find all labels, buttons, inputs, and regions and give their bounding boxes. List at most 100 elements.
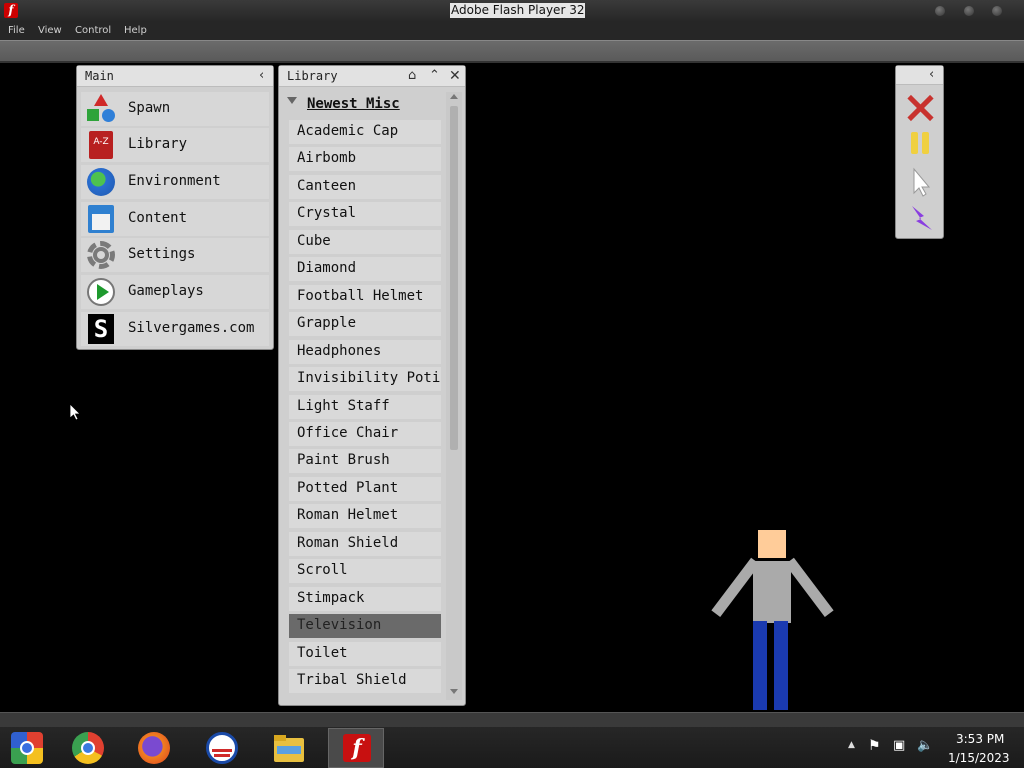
ragdoll-character[interactable] bbox=[705, 528, 840, 710]
ragdoll-head[interactable] bbox=[758, 530, 786, 558]
library-item-label: Crystal bbox=[297, 205, 357, 222]
flash-player-taskbar-button[interactable]: f bbox=[328, 728, 384, 768]
shapes-icon bbox=[86, 94, 116, 124]
library-item[interactable]: Football Helmet bbox=[289, 284, 441, 309]
ragdoll-left-leg[interactable] bbox=[753, 621, 767, 710]
library-item-label: Invisibility Potion bbox=[297, 370, 441, 387]
volume-icon[interactable]: 🔈 bbox=[917, 738, 933, 753]
ragdoll-torso[interactable] bbox=[753, 561, 791, 623]
player-toolbar bbox=[0, 40, 1024, 63]
silvergames-logo-icon: S bbox=[86, 314, 116, 344]
library-item[interactable]: Invisibility Potion bbox=[289, 367, 441, 392]
home-icon[interactable]: ⌂ bbox=[408, 69, 416, 83]
library-scrollbar[interactable] bbox=[446, 92, 462, 700]
menu-item-library[interactable]: A-Z Library bbox=[81, 128, 269, 162]
menu-item-spawn[interactable]: Spawn bbox=[81, 92, 269, 126]
library-item[interactable]: Headphones bbox=[289, 339, 441, 364]
library-item[interactable]: Stimpack bbox=[289, 586, 441, 611]
menu-item-label: Library bbox=[128, 136, 188, 152]
library-item-label: Toilet bbox=[297, 644, 348, 661]
menu-item-silvergames[interactable]: S Silvergames.com bbox=[81, 312, 269, 346]
menu-item-label: Spawn bbox=[128, 100, 171, 116]
library-item[interactable]: Airbomb bbox=[289, 147, 441, 172]
menu-control[interactable]: Control bbox=[75, 25, 111, 36]
library-item-label: Potted Plant bbox=[297, 479, 399, 496]
menu-item-settings[interactable]: Settings bbox=[81, 238, 269, 272]
expand-triangle-icon[interactable] bbox=[287, 97, 297, 104]
file-explorer-icon[interactable] bbox=[273, 732, 305, 764]
close-window-button[interactable] bbox=[992, 6, 1002, 16]
library-item-label: Stimpack bbox=[297, 589, 365, 606]
title-bar: f Adobe Flash Player 32 bbox=[0, 0, 1024, 23]
book-icon: A-Z bbox=[86, 130, 116, 160]
menu-item-label: Gameplays bbox=[128, 283, 204, 299]
library-item[interactable]: Tribal Shield bbox=[289, 669, 441, 693]
obama-logo-icon[interactable] bbox=[206, 732, 238, 764]
chrome-icon[interactable] bbox=[72, 732, 104, 764]
library-item[interactable]: Paint Brush bbox=[289, 449, 441, 474]
menu-help[interactable]: Help bbox=[124, 25, 147, 36]
network-icon[interactable]: ▣ bbox=[893, 738, 905, 753]
ragdoll-right-arm[interactable] bbox=[785, 557, 834, 618]
library-item-label: Cube bbox=[297, 232, 331, 249]
library-item-label: Academic Cap bbox=[297, 123, 399, 139]
library-item-label: Paint Brush bbox=[297, 452, 390, 469]
ragdoll-right-leg[interactable] bbox=[774, 621, 788, 710]
library-item[interactable]: Cube bbox=[289, 229, 441, 254]
window-title: Adobe Flash Player 32 bbox=[450, 3, 586, 18]
delete-tool-icon[interactable] bbox=[904, 92, 936, 124]
scroll-down-icon[interactable] bbox=[450, 689, 458, 694]
library-item[interactable]: Roman Helmet bbox=[289, 504, 441, 529]
collapse-icon[interactable]: ‹ bbox=[259, 69, 264, 83]
main-panel: Main ‹ Spawn A-Z Library Environment Con… bbox=[76, 65, 274, 350]
show-hidden-icons-icon[interactable]: ▲ bbox=[848, 740, 855, 750]
library-item[interactable]: Light Staff bbox=[289, 394, 441, 419]
pause-icon[interactable] bbox=[904, 128, 936, 160]
menu-item-label: Content bbox=[128, 210, 188, 226]
category-header[interactable]: Newest Misc bbox=[307, 96, 400, 112]
library-item-label: Office Chair bbox=[297, 424, 399, 441]
library-item-label: Diamond bbox=[297, 260, 357, 277]
library-item[interactable]: Roman Shield bbox=[289, 531, 441, 556]
chrome-remote-icon[interactable] bbox=[11, 732, 43, 764]
clock-time[interactable]: 3:53 PM bbox=[956, 732, 1004, 746]
menu-view[interactable]: View bbox=[38, 25, 62, 36]
library-item[interactable]: Office Chair bbox=[289, 421, 441, 446]
action-center-flag-icon[interactable]: ⚑ bbox=[868, 738, 881, 754]
menu-item-gameplays[interactable]: Gameplays bbox=[81, 275, 269, 309]
library-item[interactable]: Scroll bbox=[289, 559, 441, 584]
close-icon[interactable]: ✕ bbox=[449, 69, 461, 83]
library-item[interactable]: Grapple bbox=[289, 312, 441, 337]
menu-item-environment[interactable]: Environment bbox=[81, 165, 269, 199]
library-item[interactable]: Academic Cap bbox=[289, 120, 441, 144]
library-item-label: Roman Shield bbox=[297, 534, 399, 551]
library-item[interactable]: Toilet bbox=[289, 641, 441, 666]
globe-icon bbox=[86, 167, 116, 197]
mouse-cursor-icon bbox=[69, 403, 81, 421]
library-panel: Library ⌂ ⌃ ✕ Newest Misc Academic Cap Ai… bbox=[278, 65, 466, 706]
scroll-up-icon[interactable] bbox=[450, 94, 458, 99]
minimize-button[interactable] bbox=[935, 6, 945, 16]
maximize-button[interactable] bbox=[964, 6, 974, 16]
library-item-label: Light Staff bbox=[297, 397, 390, 414]
cursor-icon[interactable] bbox=[904, 166, 936, 198]
menu-item-content[interactable]: Content bbox=[81, 202, 269, 236]
scroll-thumb[interactable] bbox=[450, 106, 458, 450]
collapse-tools-icon[interactable]: ‹ bbox=[929, 68, 934, 82]
clock-date[interactable]: 1/15/2023 bbox=[948, 751, 1010, 765]
library-item[interactable]: Crystal bbox=[289, 202, 441, 227]
library-item-label: Airbomb bbox=[297, 150, 357, 167]
chevron-up-icon[interactable]: ⌃ bbox=[429, 69, 440, 83]
play-icon bbox=[86, 277, 116, 307]
menu-item-label: Silvergames.com bbox=[128, 320, 255, 336]
firefox-icon[interactable] bbox=[138, 732, 170, 764]
library-item[interactable]: Television bbox=[289, 614, 441, 639]
menu-file[interactable]: File bbox=[8, 25, 25, 36]
library-item-label: Roman Helmet bbox=[297, 507, 399, 524]
floppy-icon bbox=[86, 204, 116, 234]
flash-icon: f bbox=[4, 3, 18, 18]
library-item[interactable]: Canteen bbox=[289, 174, 441, 199]
library-item[interactable]: Diamond bbox=[289, 257, 441, 282]
library-item[interactable]: Potted Plant bbox=[289, 476, 441, 501]
lightning-icon[interactable] bbox=[904, 202, 936, 234]
